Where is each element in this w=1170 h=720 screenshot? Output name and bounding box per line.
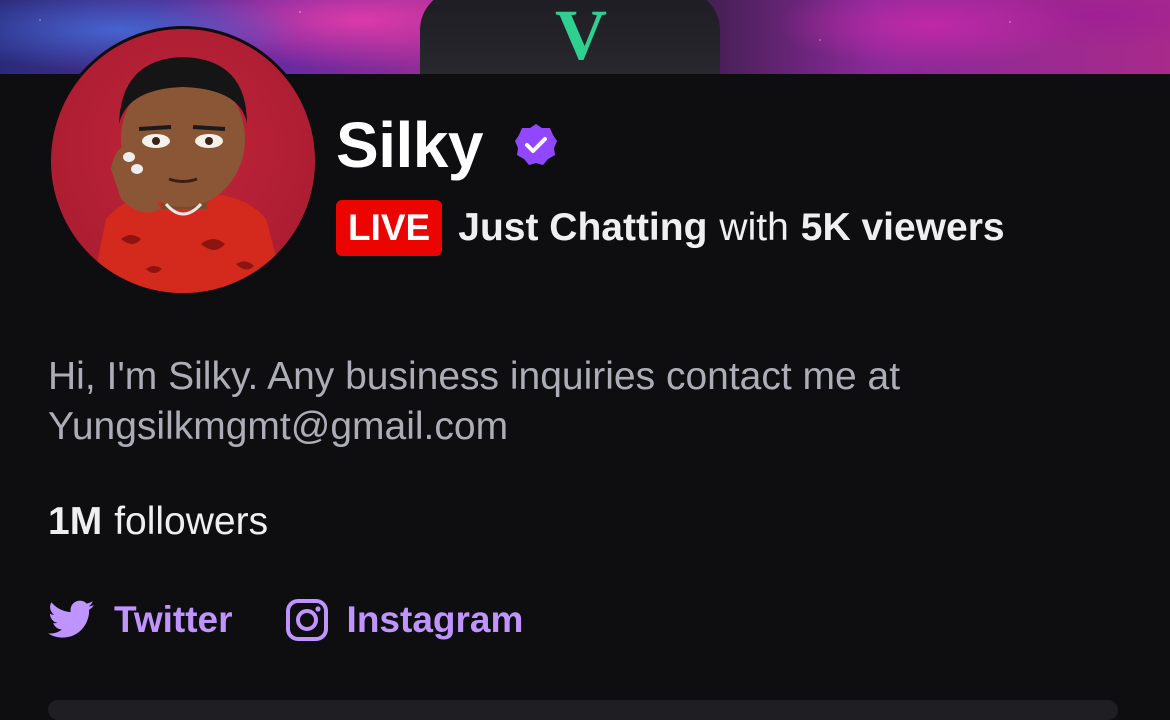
bio-line: Hi, I'm Silky. Any business inquiries co…	[48, 355, 901, 398]
verified-icon	[514, 124, 557, 165]
avatar-illustration	[91, 57, 286, 293]
live-status-row: LIVE Just Chatting with 5K viewers	[336, 200, 1005, 256]
twitter-label: Twitter	[114, 599, 233, 640]
with-text: with	[719, 206, 789, 249]
name-row: Silky	[336, 108, 559, 182]
live-badge: LIVE	[336, 200, 443, 256]
category-link[interactable]: Just Chatting	[458, 206, 707, 250]
viewer-count: 5K viewers	[800, 206, 1005, 249]
instagram-icon	[285, 599, 328, 641]
followers: 1M followers	[48, 500, 268, 544]
avatar[interactable]	[48, 26, 318, 296]
instagram-label: Instagram	[346, 599, 524, 640]
panel-edge	[48, 700, 1118, 720]
instagram-link[interactable]: Instagram	[285, 598, 524, 642]
twitter-link[interactable]: Twitter	[48, 599, 233, 641]
banner-logo: V	[555, 0, 607, 74]
bio-line: Yungsilkmgmt@gmail.com	[48, 405, 509, 448]
twitter-icon	[48, 600, 94, 638]
bio-text: Hi, I'm Silky. Any business inquiries co…	[48, 352, 1108, 452]
followers-label: followers	[114, 500, 269, 543]
social-links: Twitter Instagram	[48, 598, 575, 642]
channel-name[interactable]: Silky	[336, 108, 483, 182]
followers-count: 1M	[48, 500, 103, 543]
